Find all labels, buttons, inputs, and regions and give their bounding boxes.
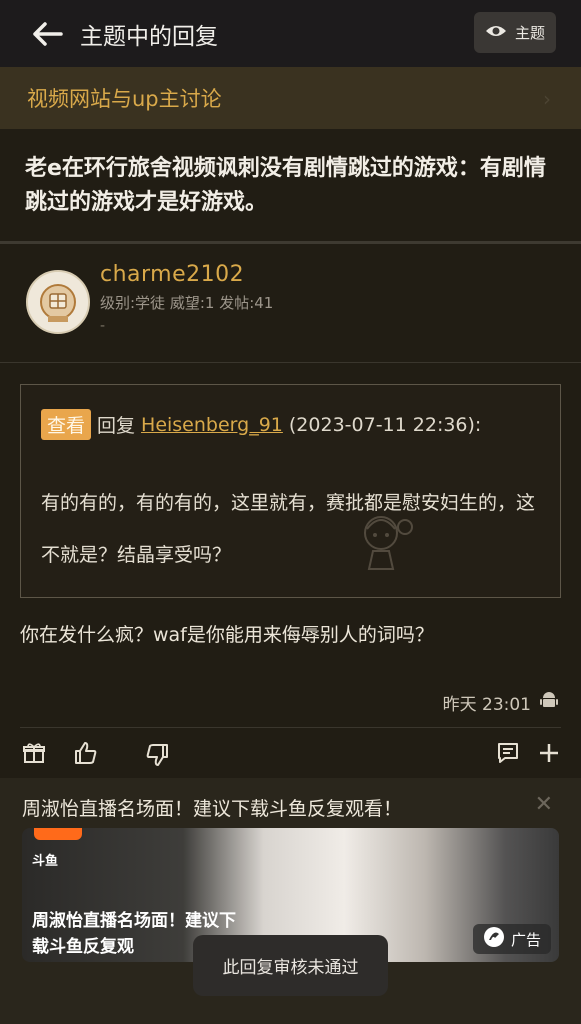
- avatar[interactable]: [26, 270, 90, 334]
- ad-label: 广告: [472, 924, 551, 954]
- topic-button-label: 主题: [514, 24, 545, 42]
- comment-icon[interactable]: [494, 739, 522, 767]
- page-title: 主题中的回复: [80, 23, 218, 50]
- sticker-image: [351, 505, 421, 575]
- quote-box: 查看 回复 Heisenberg_91 (2023-07-11 22:36): …: [20, 384, 561, 598]
- quote-datetime: (2023-07-11 22:36):: [288, 413, 482, 436]
- back-arrow-icon[interactable]: [28, 14, 68, 54]
- plus-icon[interactable]: [535, 739, 563, 767]
- thumbs-up-icon[interactable]: [72, 739, 100, 767]
- divider: [0, 362, 581, 363]
- top-bar: 主题中的回复 主题: [0, 0, 581, 67]
- divider: [20, 727, 561, 728]
- post-title: 老e在环行旅舍视频讽刺没有剧情跳过的游戏：有剧情跳过的游戏才是好游戏。: [25, 156, 546, 215]
- chevron-right-icon: ›: [543, 87, 551, 111]
- reply-text: 你在发什么疯？waf是你能用来侮辱别人的词吗？: [20, 624, 434, 646]
- author-meta: 级别:学徒 威望:1 发帖:41: [100, 294, 274, 312]
- author-block: charme2102 级别:学徒 威望:1 发帖:41 -: [0, 244, 581, 362]
- action-bar: [0, 735, 581, 775]
- forum-bar[interactable]: 视频网站与up主讨论 ›: [0, 67, 581, 129]
- view-tag-button[interactable]: 查看: [41, 409, 92, 440]
- quote-header: 查看 回复 Heisenberg_91 (2023-07-11 22:36):: [41, 409, 481, 440]
- forum-name[interactable]: 视频网站与up主讨论: [27, 83, 222, 113]
- ad-logo-icon: [483, 926, 505, 952]
- quote-user-link[interactable]: Heisenberg_91: [141, 414, 283, 436]
- toast-message: 此回复审核未通过: [193, 935, 388, 996]
- android-icon: [539, 690, 559, 715]
- ad-label-text: 广告: [510, 930, 541, 949]
- ad-brand-badge: [34, 828, 82, 840]
- ad-brand: 斗鱼: [32, 854, 59, 869]
- quote-prefix: 回复: [97, 415, 136, 437]
- quote-body: 有的有的，有的有的，这里就有，赛批都是慰安妇生的，这不就是？结晶享受吗？: [41, 492, 536, 566]
- ad-title[interactable]: 周淑怡直播名场面！建议下载斗鱼反复观看！: [22, 794, 402, 821]
- thumbs-down-icon[interactable]: [143, 741, 171, 769]
- gift-icon[interactable]: [20, 739, 48, 767]
- close-icon[interactable]: ✕: [535, 792, 553, 817]
- reply-timestamp: 昨天 23:01: [443, 690, 559, 715]
- topic-button[interactable]: 主题: [474, 12, 556, 53]
- author-name[interactable]: charme2102: [100, 262, 244, 287]
- eye-icon: [485, 23, 507, 43]
- timestamp-text: 昨天 23:01: [442, 695, 531, 715]
- author-sub: -: [100, 318, 106, 334]
